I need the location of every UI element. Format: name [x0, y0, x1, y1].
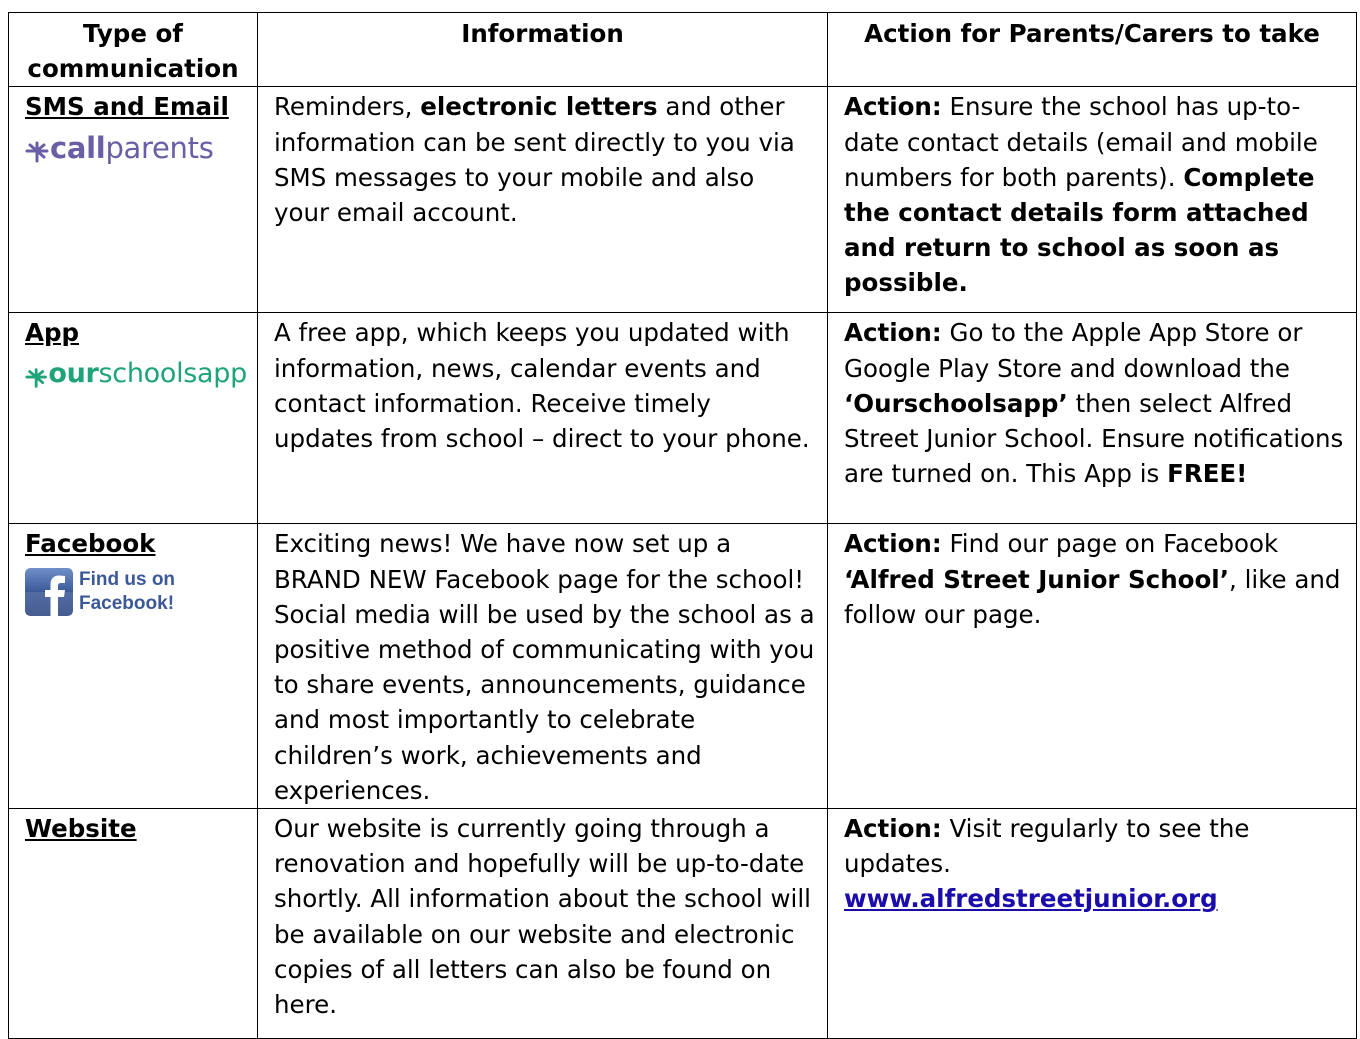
- type-label: App: [25, 318, 80, 348]
- sparkle-icon: [25, 141, 49, 163]
- type-cell: Website: [8, 808, 258, 1039]
- info-cell: Exciting news! We have now set up a BRAN…: [257, 523, 828, 810]
- header-information: Information: [257, 11, 828, 88]
- callparents-logo: call parents: [25, 131, 247, 165]
- text-run: Reminders,: [274, 92, 421, 122]
- action-lead: Action:: [844, 814, 942, 844]
- facebook-badge: Find us on Facebook!: [25, 567, 247, 616]
- bold-text: ‘Ourschoolsapp’: [844, 388, 1068, 418]
- text-run: A free app, which keeps you updated with…: [274, 318, 810, 454]
- type-label: Website: [25, 814, 137, 844]
- sparkle-icon: [25, 367, 47, 388]
- text-run: Find our page on Facebook: [941, 529, 1279, 559]
- logo-text-bold: our: [48, 357, 99, 389]
- bold-text: electronic letters: [420, 92, 658, 122]
- text-run: Exciting news! We have now set up a BRAN…: [274, 529, 815, 805]
- type-cell: SMS and Email call parents: [8, 86, 258, 314]
- header-type: Type of communication: [8, 11, 258, 88]
- table-row: Website Our website is currently going t…: [8, 808, 1357, 1039]
- ourschoolsapp-logo: our schoolsapp: [25, 357, 247, 391]
- info-cell: Our website is currently going through a…: [257, 808, 828, 1039]
- action-cell: Action: Ensure the school has up-to-date…: [827, 86, 1357, 314]
- badge-line-2: Facebook!: [79, 592, 175, 614]
- action-cell: Action: Find our page on Facebook ‘Alfre…: [827, 523, 1357, 810]
- table-row: SMS and Email call parents Reminders, ele…: [8, 86, 1357, 314]
- table-row: Facebook Find us on Facebook! Exciting n…: [8, 523, 1357, 810]
- communication-table: Type of communication Information Action…: [8, 11, 1357, 1039]
- bold-text: Action:: [844, 529, 942, 559]
- bold-text: FREE!: [1167, 459, 1248, 489]
- table-row: App our schoolsapp A free app, which keep…: [8, 312, 1357, 525]
- logo-text: parents: [105, 130, 214, 165]
- type-cell: App our schoolsapp: [8, 312, 258, 525]
- header-action: Action for Parents/Carers to take: [827, 11, 1357, 88]
- info-cell: Reminders, electronic letters and other …: [257, 86, 828, 314]
- bold-text: Action:: [844, 318, 942, 348]
- bold-text: ‘Alfred Street Junior School’: [844, 564, 1230, 594]
- header-row: Type of communication Information Action…: [8, 11, 1357, 88]
- website-link[interactable]: www.alfredstreetjunior.org: [844, 884, 1218, 913]
- facebook-icon: [25, 567, 73, 616]
- badge-line-1: Find us on: [79, 568, 176, 590]
- type-label: Facebook: [25, 529, 156, 559]
- type-cell: Facebook Find us on Facebook!: [8, 523, 258, 810]
- text-run: Our website is currently going through a…: [274, 814, 811, 1020]
- action-cell: Action: Go to the Apple App Store or Goo…: [827, 312, 1357, 525]
- logo-text: schoolsapp: [98, 357, 248, 389]
- info-cell: A free app, which keeps you updated with…: [257, 312, 828, 525]
- type-label: SMS and Email: [25, 92, 229, 122]
- action-cell: Action: Visit regularly to see the updat…: [827, 808, 1357, 1039]
- bold-text: Action:: [844, 92, 942, 122]
- logo-text-bold: call: [50, 130, 106, 165]
